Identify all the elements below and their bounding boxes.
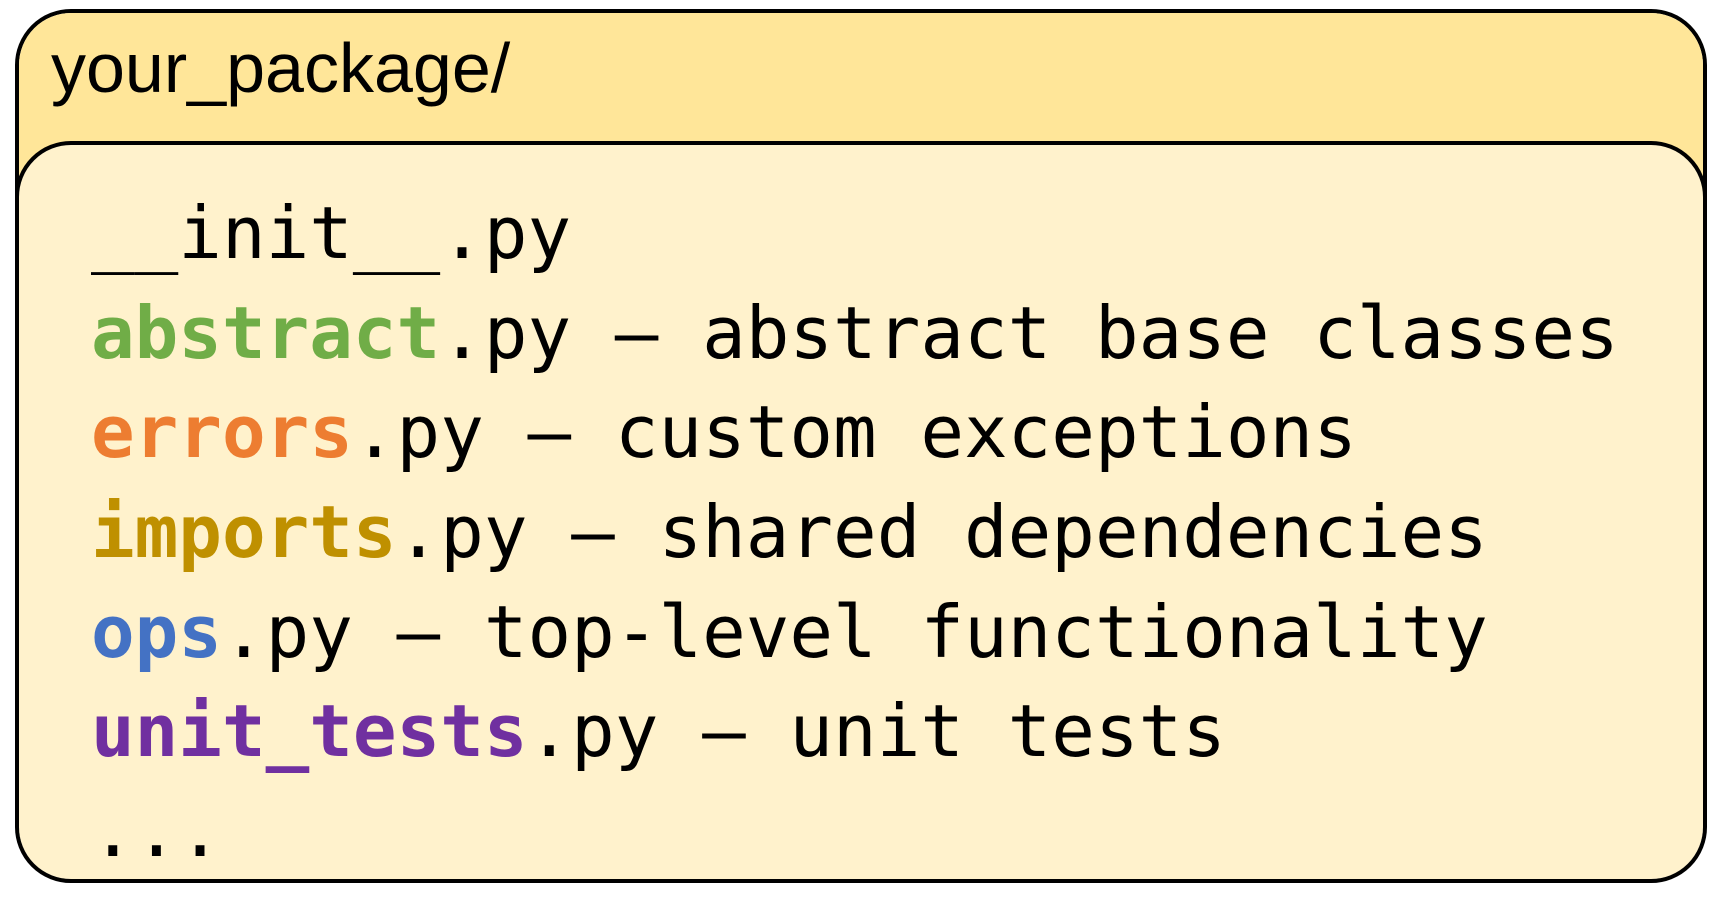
file-stem: ops [91,590,222,675]
file-extension: .py [440,291,572,376]
file-extension: .py [221,590,353,675]
file-description: top-level functionality [483,590,1488,675]
file-stem: unit_tests [91,690,528,775]
separator: – [658,690,790,775]
file-description: abstract base classes [702,291,1619,376]
separator: – [483,391,615,476]
file-description: unit tests [789,690,1226,775]
file-extension: .py [396,491,528,576]
file-extension: .py [352,391,484,476]
file-stem: errors [91,391,353,476]
file-item-init: __init__.py [91,185,1619,285]
file-description: custom exceptions [614,391,1357,476]
file-description: shared dependencies [658,491,1488,576]
package-folder: your_package/ __init__.py abstract.py – … [15,9,1707,883]
separator: – [527,491,659,576]
file-item-unit-tests: unit_tests.py – unit tests [91,683,1619,783]
file-item-errors: errors.py – custom exceptions [91,384,1619,484]
file-item-ellipsis: ... [91,783,1619,879]
file-stem: imports [91,491,397,576]
file-item-ops: ops.py – top-level functionality [91,584,1619,684]
file-extension: ... [91,790,222,875]
folder-contents: __init__.py abstract.py – abstract base … [19,141,1703,879]
folder-title: your_package/ [51,29,511,107]
separator: – [352,590,484,675]
file-list: __init__.py abstract.py – abstract base … [91,185,1619,879]
file-extension: .py [527,690,659,775]
file-item-abstract: abstract.py – abstract base classes [91,285,1619,385]
file-stem: abstract [91,291,441,376]
file-item-imports: imports.py – shared dependencies [91,484,1619,584]
separator: – [571,291,703,376]
file-extension: __init__.py [91,192,572,276]
